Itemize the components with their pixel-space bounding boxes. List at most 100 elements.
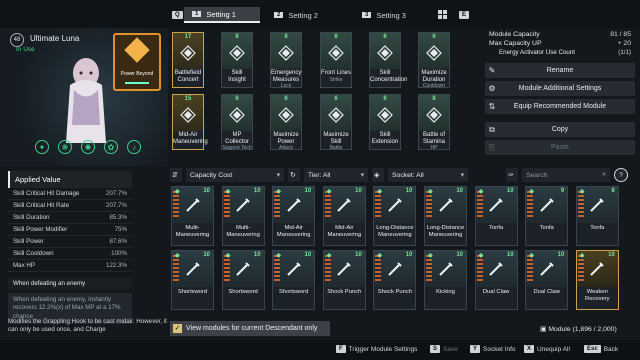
equipped-module-card[interactable]: 17 Battlefield Concert [172,32,204,88]
stat-value: 207.7% [106,202,127,209]
module-weapon-icon [489,198,503,212]
inventory-module-card[interactable]: ◆ 9 Tonfa [525,186,569,246]
filter-bar: ⇵ Capacity Cost ▾ ↻ Tier: All ▾ ◈ Socket… [170,168,640,182]
inventory-module-card[interactable]: ◆ 10 Shock Punch [322,250,366,310]
core-module-slot[interactable]: Power Beyond [113,33,161,91]
module-capacity-value: 81 / 85 [610,31,631,38]
key-hint[interactable]: Esc Back [584,345,618,353]
rarity-stripe [577,255,584,283]
equip-recommended-button[interactable]: ⇅ Equip Recommended Module [485,99,635,114]
key-hint[interactable]: F Trigger Module Settings [336,345,417,353]
tab-setting-3[interactable]: 3 Setting 3 [354,7,430,23]
equipped-module-card[interactable]: 8 Skill Insight [221,32,253,88]
hint-label: Save [443,345,458,353]
module-name: Tonfa [590,225,605,231]
equipped-module-card[interactable]: 6 Maximize Power Attack [270,94,302,151]
socket-dropdown[interactable]: Socket: All ▾ [388,168,468,182]
reset-icon[interactable]: ↻ [288,168,300,182]
inventory-module-card[interactable]: ◆ 10 Shortsword [221,250,265,310]
skill-3-icon[interactable]: ✺ [81,140,95,154]
module-icon: ▣ [540,326,547,333]
capacity-cost: 10 [253,252,261,258]
rename-button[interactable]: ✎ Rename [485,63,635,78]
equipped-module-card[interactable]: 15 Mid-Air Maneuvering [172,94,208,150]
equipped-module-card[interactable]: 6 Skill Extension [369,94,401,150]
equipped-module-card[interactable]: 8 Battle of Stamina HP [418,94,450,152]
inventory-module-card[interactable]: ◆ 10 Weaken Recovery [575,250,619,310]
settings-icon: ⚙ [488,84,496,93]
socket-icon: ◆ [478,189,484,195]
activator-row: Energy Activator Use Count (1/1) [485,48,635,57]
tier-dropdown[interactable]: Tier: All ▾ [304,168,368,182]
inventory-module-card[interactable]: ◆ 10 Multi-Maneuvering [171,186,214,246]
inventory-module-card[interactable]: ◆ 10 Mid-Air Maneuvering [322,186,366,246]
module-name: Shortsword [228,289,258,295]
wrench-icon[interactable]: ✑ [506,168,518,182]
hint-label: Trigger Module Settings [348,345,418,353]
module-weapon-icon [388,198,402,212]
capacity-cost: 10 [405,188,413,194]
view-only-label: View modules for current Descendant only [186,325,318,332]
inventory-module-card[interactable]: ◆ 10 Long-Distance Maneuvering [373,186,417,246]
copy-button[interactable]: ⧉ Copy [485,122,635,137]
skill-1-icon[interactable]: ✦ [35,140,49,154]
tab-setting-1[interactable]: 1 Setting 1 [184,7,260,23]
module-socket: HP [430,145,438,152]
key-hint[interactable]: S Save [430,345,458,353]
equipped-module-card[interactable]: 8 Front Lines Strike [320,32,352,88]
socket-filter-icon[interactable]: ◈ [372,168,384,182]
inventory-module-card[interactable]: ◆ 10 Shortsword [171,250,214,310]
equipped-module-card[interactable]: 6 Skill Concentration [369,32,407,88]
search-input[interactable]: Search ⌕ [522,168,610,182]
key-hint[interactable]: X Unequip All [524,345,570,353]
equipped-module-card[interactable]: 6 Maximize Duration Cooldown [418,32,450,89]
module-count-label: Module (1,896 / 2,000) [548,326,617,333]
module-weapon-icon [388,262,402,276]
inventory-module-card[interactable]: ◆ 10 Kicking [424,250,467,310]
stat-value: 85.3% [109,214,127,221]
help-icon[interactable]: ? [614,168,628,182]
inventory-module-card[interactable]: ◆ 10 Dual Claw [525,250,569,310]
right-menu: Module Capacity 81 / 85 Max Capacity UP … [485,30,635,155]
sort-dropdown[interactable]: Capacity Cost ▾ [186,168,284,182]
sort-order-icon[interactable]: ⇵ [170,168,182,182]
module-emblem-icon [426,45,442,61]
module-art: 6 [419,33,449,69]
capacity-cost: 8 [611,188,615,194]
equipped-module-card[interactable]: 8 Emergency Measures Lock [270,32,302,89]
grid-icon[interactable] [438,10,447,19]
skill-2-icon[interactable]: ❋ [58,140,72,154]
checkbox-checked-icon[interactable]: ✓ [173,324,182,333]
next-tab-key[interactable]: E [459,11,470,19]
module-art: ◆ 10 [323,251,365,287]
paste-button[interactable]: ⎘ Paste [485,140,635,155]
inventory-module-card[interactable]: ◆ 10 Dual Claw [474,250,518,310]
inventory-module-card[interactable]: ◆ 10 Tonfa [474,186,518,246]
view-current-descendant-toggle[interactable]: ✓ View modules for current Descendant on… [170,321,330,336]
socket-icon: ◆ [326,189,332,195]
inventory-module-card[interactable]: ◆ 8 Tonfa [575,186,619,246]
key-hint[interactable]: Y Socket Info [470,345,516,353]
inventory-module-card[interactable]: ◆ 10 Shock Punch [373,250,417,310]
inventory-module-card[interactable]: ◆ 10 Mid-Air Maneuvering [272,186,316,246]
stat-label: Skill Power Modifier [13,226,68,233]
tab-setting-2[interactable]: 2 Setting 2 [266,7,342,23]
module-name: Shock Punch [377,289,412,295]
equip-recommended-label: Equip Recommended Module [513,103,607,110]
module-name: Shock Punch [327,289,362,295]
capacity-cost: 10 [608,252,615,258]
module-additional-settings-button[interactable]: ⚙ Module Additional Settings [485,81,635,96]
prev-tab-key[interactable]: Q [172,11,183,19]
inventory-module-card[interactable]: ◆ 10 Shortsword [272,250,316,310]
skill-4-icon[interactable]: ✿ [104,140,118,154]
inventory-module-card[interactable]: ◆ 10 Long-Distance Maneuvering [424,186,467,246]
module-name: Kicking [436,289,455,295]
inventory-module-card[interactable]: ◆ 10 Multi-Maneuvering [221,186,265,246]
equipped-module-card[interactable]: 6 MP Collector Support Tech [221,94,253,151]
socket-icon: ◆ [276,189,281,195]
module-art: ◆ 10 [576,251,618,287]
capacity-row: ◆ 10 [580,252,615,259]
chevron-down-icon: ▾ [276,172,280,179]
equipped-module-card[interactable]: 6 Maximize Skill Battle [320,94,352,151]
skill-5-icon[interactable]: ♪ [127,140,141,154]
